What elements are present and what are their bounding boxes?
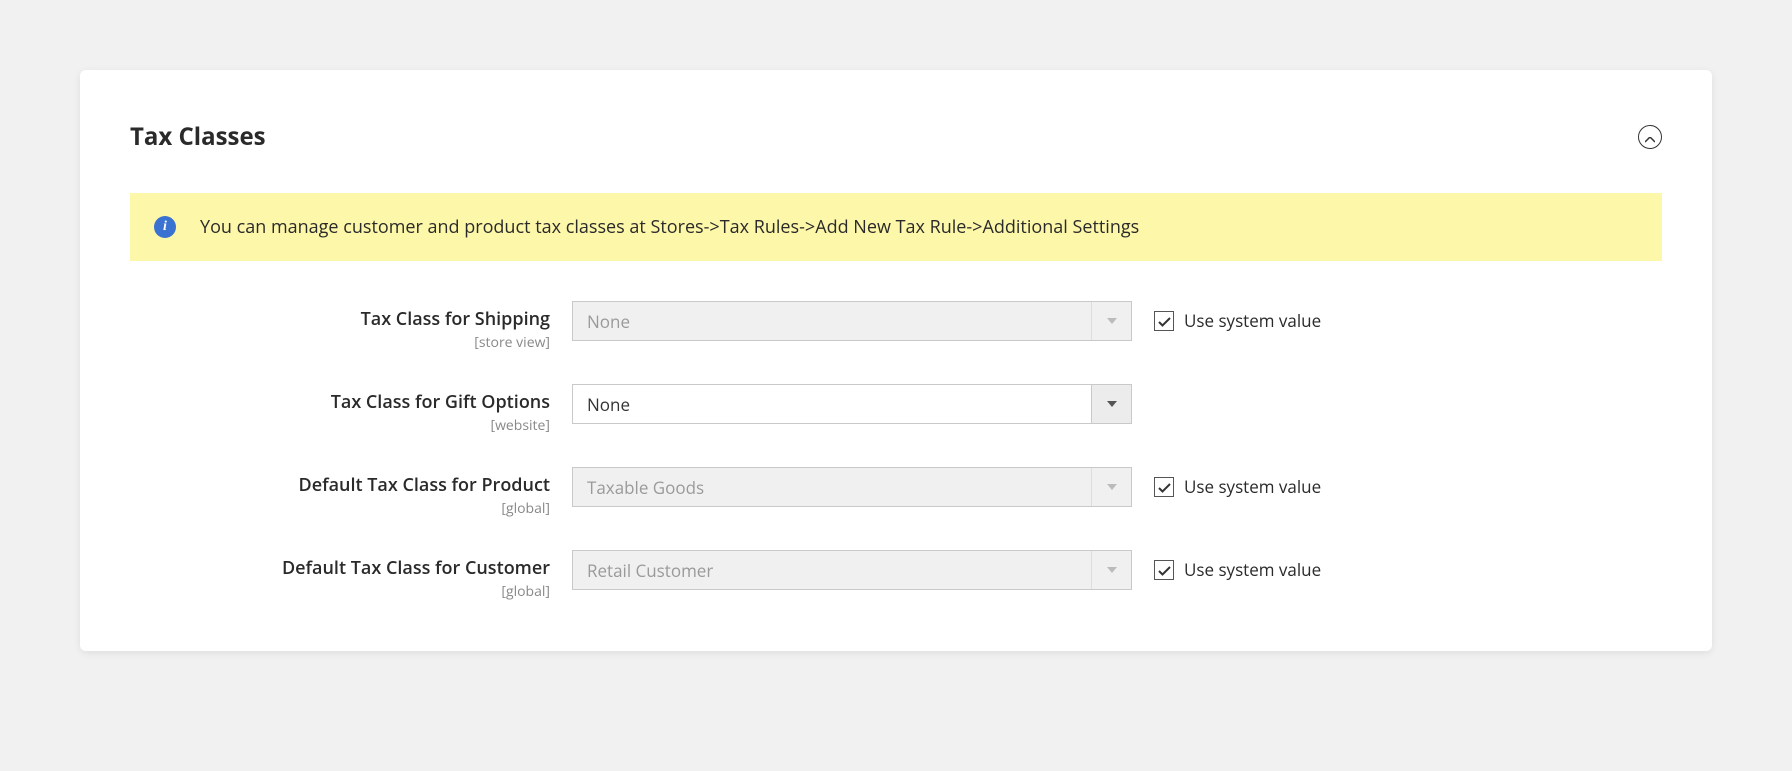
chevron-down-icon [1091, 551, 1131, 589]
field-scope: [store view] [130, 333, 550, 352]
tax-classes-panel: Tax Classes i You can manage customer an… [80, 70, 1712, 651]
info-message: You can manage customer and product tax … [200, 215, 1139, 239]
use-system-value-label: Use system value [1184, 475, 1321, 498]
field-row-shipping: Tax Class for Shipping [store view] None [130, 301, 1652, 352]
form-rows: Tax Class for Shipping [store view] None [130, 301, 1662, 601]
select-default-customer-tax-class: Retail Customer [572, 550, 1132, 590]
field-label: Tax Class for Gift Options [130, 390, 550, 414]
field-label: Tax Class for Shipping [130, 307, 550, 331]
field-row-default-product: Default Tax Class for Product [global] T… [130, 467, 1652, 518]
select-value: None [573, 302, 1091, 340]
select-default-product-tax-class: Taxable Goods [572, 467, 1132, 507]
field-row-default-customer: Default Tax Class for Customer [global] … [130, 550, 1652, 601]
use-system-value-label: Use system value [1184, 558, 1321, 581]
label-col: Tax Class for Gift Options [website] [130, 384, 550, 435]
chevron-down-icon [1091, 302, 1131, 340]
label-col: Tax Class for Shipping [store view] [130, 301, 550, 352]
use-system-value-group: Use system value [1154, 301, 1321, 332]
panel-title: Tax Classes [130, 120, 266, 153]
check-icon [1158, 475, 1171, 498]
use-system-value-group: Use system value [1154, 550, 1321, 581]
use-system-value-checkbox[interactable] [1154, 477, 1174, 497]
select-value: Taxable Goods [573, 468, 1091, 506]
field-scope: [global] [130, 582, 550, 601]
collapse-toggle[interactable] [1638, 125, 1662, 149]
field-scope: [website] [130, 416, 550, 435]
field-row-gift-options: Tax Class for Gift Options [website] Non… [130, 384, 1652, 435]
use-system-value-label: Use system value [1184, 309, 1321, 332]
select-value: None [573, 385, 1091, 423]
field-scope: [global] [130, 499, 550, 518]
field-label: Default Tax Class for Product [130, 473, 550, 497]
use-system-value-group: Use system value [1154, 467, 1321, 498]
info-icon: i [154, 216, 176, 238]
select-shipping-tax-class: None [572, 301, 1132, 341]
label-col: Default Tax Class for Product [global] [130, 467, 550, 518]
label-col: Default Tax Class for Customer [global] [130, 550, 550, 601]
chevron-up-icon [1645, 125, 1655, 148]
check-icon [1158, 309, 1171, 332]
check-icon [1158, 558, 1171, 581]
use-system-value-checkbox[interactable] [1154, 560, 1174, 580]
chevron-down-icon [1091, 468, 1131, 506]
use-system-value-checkbox[interactable] [1154, 311, 1174, 331]
field-label: Default Tax Class for Customer [130, 556, 550, 580]
select-gift-options-tax-class[interactable]: None [572, 384, 1132, 424]
select-value: Retail Customer [573, 551, 1091, 589]
panel-header: Tax Classes [130, 120, 1662, 153]
info-banner: i You can manage customer and product ta… [130, 193, 1662, 261]
chevron-down-icon [1091, 385, 1131, 423]
